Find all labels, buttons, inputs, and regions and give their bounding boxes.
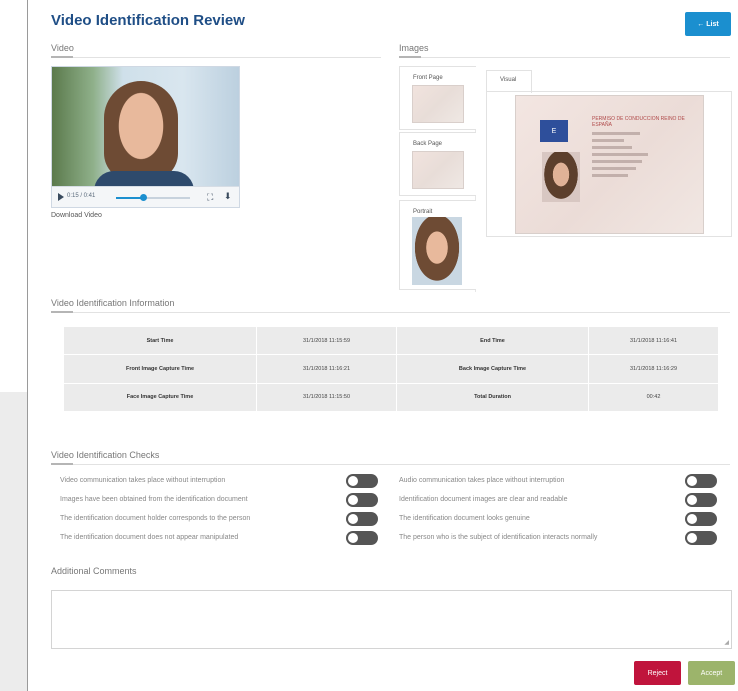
check-toggle[interactable]	[685, 474, 717, 488]
back-page-image	[412, 151, 464, 189]
list-button[interactable]: ← List	[685, 12, 731, 36]
images-heading: Images	[399, 43, 429, 53]
download-icon[interactable]: ⬇	[224, 191, 232, 201]
face-capture-label: Face Image Capture Time	[63, 382, 257, 413]
check-toggle[interactable]	[346, 531, 378, 545]
checks-heading: Video Identification Checks	[51, 450, 160, 460]
check-label: The identification document does not app…	[60, 534, 239, 541]
comments-heading: Additional Comments	[51, 566, 137, 576]
thumbnail-back-page[interactable]: Back Page	[399, 132, 476, 196]
eu-flag-icon: E	[540, 120, 568, 142]
comments-textarea[interactable]: ◢	[51, 590, 732, 649]
resize-handle-icon[interactable]: ◢	[724, 639, 729, 646]
list-button-label: List	[706, 20, 719, 28]
video-underline	[51, 56, 73, 58]
download-video-link[interactable]: Download Video	[51, 212, 102, 219]
video-person-face	[104, 81, 178, 181]
thumbnail-portrait[interactable]: Portrait	[399, 200, 476, 290]
end-time-value: 31/1/2018 11:16:41	[588, 325, 719, 356]
review-page: Video Identification Review ← List Video…	[28, 0, 738, 691]
front-page-image	[412, 85, 464, 123]
total-duration-label: Total Duration	[396, 382, 589, 413]
check-label: Audio communication takes place without …	[399, 477, 565, 484]
seekbar-knob[interactable]	[140, 194, 148, 201]
left-gray-panel	[0, 392, 27, 691]
check-toggle[interactable]	[346, 493, 378, 507]
check-label: The identification document holder corre…	[60, 515, 251, 522]
images-divider	[399, 57, 730, 58]
card-header-text: PERMISO DE CONDUCCION REINO DE ESPAÑA	[592, 116, 685, 128]
face-capture-value: 31/1/2018 11:15:50	[256, 382, 397, 413]
info-divider	[51, 312, 730, 313]
info-table: Start Time 31/1/2018 11:15:59 End Time 3…	[63, 325, 719, 413]
video-controls: 0:15 / 0:41 ⛶ ⬇	[52, 186, 239, 207]
check-toggle[interactable]	[685, 493, 717, 507]
tab-visual-label: Visual	[500, 77, 517, 83]
image-thumbnail-list: Front Page Back Page Portrait	[399, 66, 476, 292]
images-underline	[399, 56, 421, 58]
start-time-value: 31/1/2018 11:15:59	[256, 325, 397, 356]
video-time: 0:15 / 0:41	[67, 193, 96, 199]
video-heading: Video	[51, 43, 74, 53]
checks-divider	[51, 464, 730, 465]
seekbar-fill	[116, 197, 144, 199]
table-row: Face Image Capture Time 31/1/2018 11:15:…	[63, 382, 719, 413]
check-label: The identification document looks genuin…	[399, 515, 530, 522]
check-toggle[interactable]	[346, 474, 378, 488]
front-capture-value: 31/1/2018 11:16:21	[256, 354, 397, 384]
checks-underline	[51, 463, 73, 465]
check-label: Video communication takes place without …	[60, 477, 226, 484]
thumbnail-label: Front Page	[413, 75, 443, 81]
info-heading: Video Identification Information	[51, 298, 175, 308]
thumbnail-label: Back Page	[413, 141, 443, 147]
back-capture-label: Back Image Capture Time	[396, 354, 589, 384]
start-time-label: Start Time	[63, 325, 257, 356]
info-underline	[51, 311, 73, 313]
video-seekbar[interactable]	[116, 194, 190, 201]
back-capture-value: 31/1/2018 11:16:29	[588, 354, 719, 384]
card-text-lines	[592, 132, 672, 181]
reject-button[interactable]: Reject	[634, 661, 681, 685]
accept-button[interactable]: Accept	[688, 661, 735, 685]
table-row: Front Image Capture Time 31/1/2018 11:16…	[63, 354, 719, 384]
check-toggle[interactable]	[685, 512, 717, 526]
check-toggle[interactable]	[346, 512, 378, 526]
tab-visual[interactable]: Visual	[486, 70, 532, 93]
play-icon[interactable]	[58, 193, 64, 201]
arrow-left-icon: ←	[697, 20, 705, 28]
end-time-label: End Time	[396, 325, 589, 356]
thumbnail-front-page[interactable]: Front Page	[399, 66, 476, 130]
card-photo	[542, 152, 580, 202]
front-capture-label: Front Image Capture Time	[63, 354, 257, 384]
table-row: Start Time 31/1/2018 11:15:59 End Time 3…	[63, 325, 719, 356]
fullscreen-icon[interactable]: ⛶	[207, 192, 213, 202]
page-title: Video Identification Review	[51, 12, 245, 29]
video-divider	[51, 57, 381, 58]
check-label: Identification document images are clear…	[399, 496, 568, 503]
portrait-image	[412, 217, 462, 285]
check-label: Images have been obtained from the ident…	[60, 496, 248, 503]
thumbnail-label: Portrait	[413, 209, 433, 215]
id-card-image: E PERMISO DE CONDUCCION REINO DE ESPAÑA	[515, 95, 704, 234]
video-player[interactable]: 0:15 / 0:41 ⛶ ⬇	[51, 66, 240, 208]
check-label: The person who is the subject of identif…	[399, 534, 598, 541]
check-toggle[interactable]	[685, 531, 717, 545]
total-duration-value: 00:42	[588, 382, 719, 413]
